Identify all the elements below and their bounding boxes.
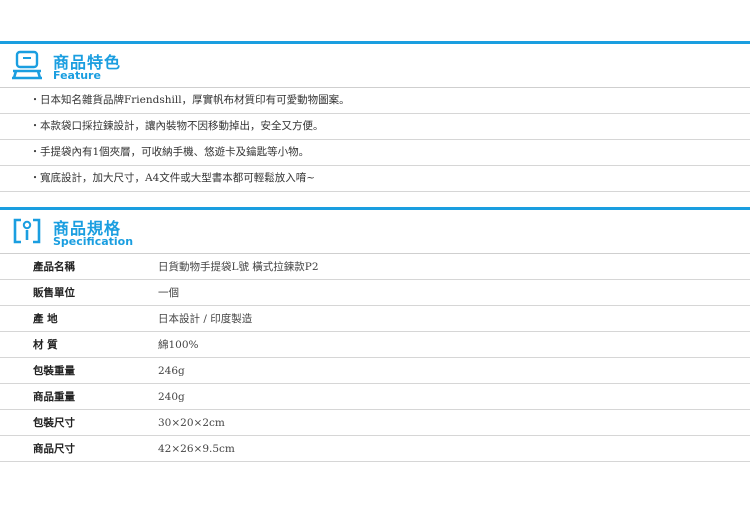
feature-list: ・ 日本知名雜貨品牌Friendshill，厚實帆布材質印有可愛動物圖案。 ・ …: [0, 88, 750, 192]
spec-value: 240g: [158, 383, 750, 410]
spec-label: 商品尺寸: [0, 435, 158, 462]
display-stand-icon: [12, 50, 42, 80]
feature-text: 日本知名雜貨品牌Friendshill，厚實帆布材質印有可愛動物圖案。: [40, 94, 350, 106]
bracket-frame-icon: [13, 218, 41, 244]
spec-label: 商品重量: [0, 383, 158, 410]
table-row: 包裝重量 246g: [0, 357, 750, 384]
feature-text: 寬底設計，加大尺寸，A4文件或大型書本都可輕鬆放入唷~: [40, 172, 316, 184]
feature-header: 商品特色 Feature: [0, 44, 750, 88]
table-row: 產品名稱 日貨動物手提袋L號 橫式拉鍊款P2: [0, 254, 750, 280]
spec-value: 42×26×9.5cm: [158, 435, 750, 462]
table-row: 產 地 日本設計 / 印度製造: [0, 305, 750, 332]
spec-value: 一個: [158, 279, 750, 306]
feature-text: 手提袋內有1個夾層，可收納手機、悠遊卡及鑰匙等小物。: [40, 146, 310, 158]
table-row: 包裝尺寸 30×20×2cm: [0, 409, 750, 436]
spec-label: 販售單位: [0, 279, 158, 306]
spec-value: 日本設計 / 印度製造: [158, 305, 750, 332]
spec-value: 綿100%: [158, 331, 750, 358]
list-item: ・ 本款袋口採拉鍊設計，讓內裝物不因移動掉出，安全又方便。: [0, 114, 750, 140]
spec-label: 材 質: [0, 331, 158, 358]
table-row: 商品尺寸 42×26×9.5cm: [0, 435, 750, 462]
feature-subtitle: Feature: [53, 69, 101, 82]
spec-section: 商品規格 Specification 產品名稱 日貨動物手提袋L號 橫式拉鍊款P…: [0, 207, 750, 462]
spec-value: 30×20×2cm: [158, 409, 750, 436]
spec-subtitle: Specification: [53, 235, 134, 248]
list-item: ・ 寬底設計，加大尺寸，A4文件或大型書本都可輕鬆放入唷~: [0, 166, 750, 192]
table-row: 販售單位 一個: [0, 279, 750, 306]
spec-header: 商品規格 Specification: [0, 210, 750, 254]
bullet-glyph: ・: [30, 95, 40, 106]
bullet-glyph: ・: [30, 173, 40, 184]
spec-label: 產 地: [0, 305, 158, 332]
bullet-glyph: ・: [30, 147, 40, 158]
table-row: 商品重量 240g: [0, 383, 750, 410]
table-row: 材 質 綿100%: [0, 331, 750, 358]
feature-text: 本款袋口採拉鍊設計，讓內裝物不因移動掉出，安全又方便。: [40, 120, 324, 132]
list-item: ・ 手提袋內有1個夾層，可收納手機、悠遊卡及鑰匙等小物。: [0, 140, 750, 166]
bullet-glyph: ・: [30, 121, 40, 132]
list-item: ・ 日本知名雜貨品牌Friendshill，厚實帆布材質印有可愛動物圖案。: [0, 88, 750, 114]
spec-label: 包裝重量: [0, 357, 158, 384]
spec-value: 日貨動物手提袋L號 橫式拉鍊款P2: [158, 254, 750, 280]
spec-value: 246g: [158, 357, 750, 384]
spec-label: 包裝尺寸: [0, 409, 158, 436]
spec-label: 產品名稱: [0, 254, 158, 280]
feature-section: 商品特色 Feature ・ 日本知名雜貨品牌Friendshill，厚實帆布材…: [0, 41, 750, 192]
spec-table: 產品名稱 日貨動物手提袋L號 橫式拉鍊款P2 販售單位 一個 產 地 日本設計 …: [0, 254, 750, 462]
